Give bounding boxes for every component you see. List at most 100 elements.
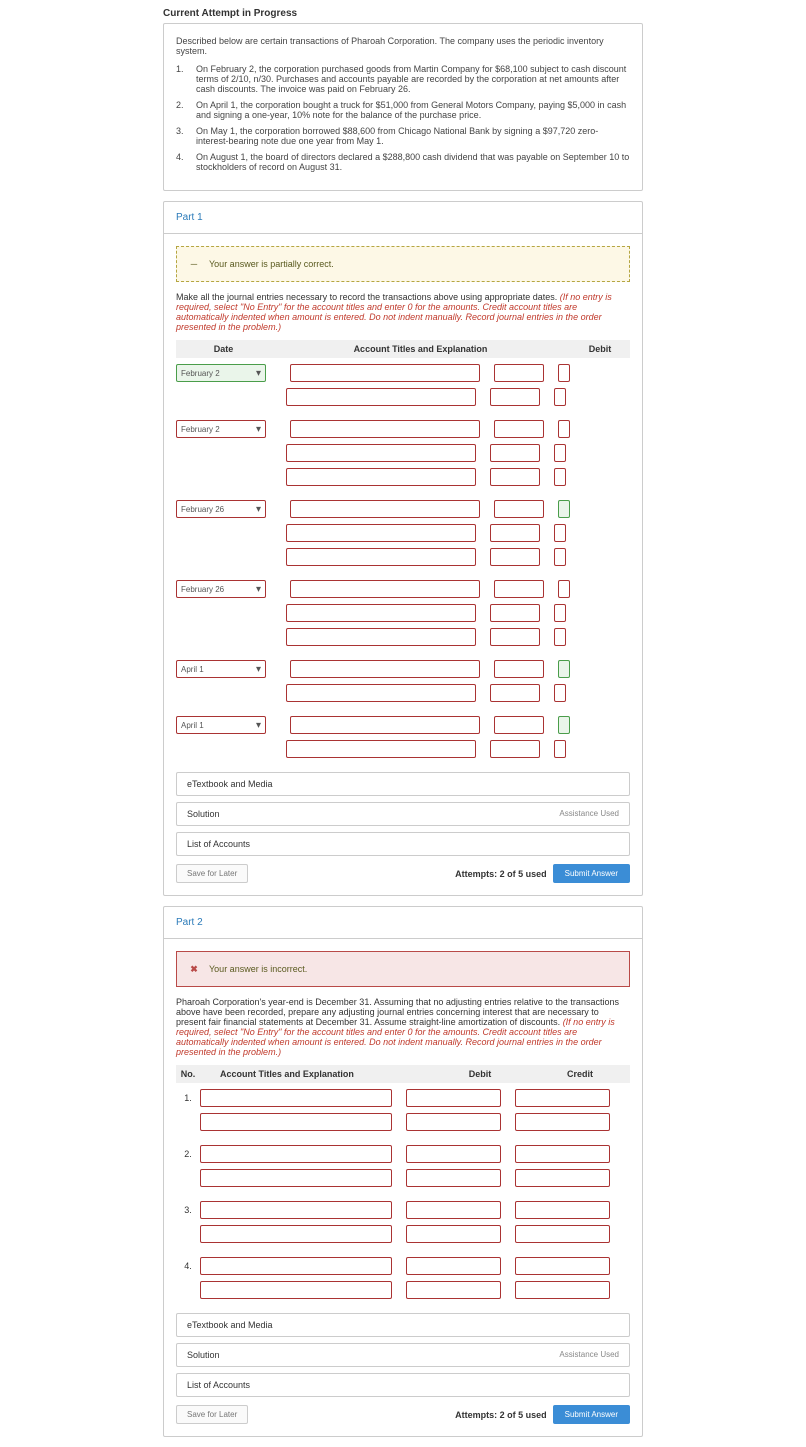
- account-input[interactable]: [286, 388, 476, 406]
- credit-input[interactable]: [558, 660, 570, 678]
- credit-input[interactable]: [515, 1201, 610, 1219]
- description-intro: Described below are certain transactions…: [176, 36, 630, 56]
- date-select-4[interactable]: February 26 ▾: [176, 580, 266, 598]
- debit-input[interactable]: [494, 500, 544, 518]
- submit-answer-button[interactable]: Submit Answer: [553, 864, 630, 883]
- date-select-3[interactable]: February 26 ▾: [176, 500, 266, 518]
- part2-card: Part 2 ✖ Your answer is incorrect. Pharo…: [163, 906, 643, 1437]
- debit-input[interactable]: [490, 740, 540, 758]
- debit-input[interactable]: [406, 1281, 501, 1299]
- credit-input[interactable]: [554, 444, 566, 462]
- account-input[interactable]: [286, 740, 476, 758]
- attempts-text: Attempts: 2 of 5 used: [455, 1410, 547, 1420]
- col-account: Account Titles and Explanation: [271, 344, 570, 354]
- debit-input[interactable]: [490, 684, 540, 702]
- debit-input[interactable]: [494, 716, 544, 734]
- date-select-1[interactable]: February 2 ▾: [176, 364, 266, 382]
- assistance-used: Assistance Used: [559, 809, 619, 819]
- account-input[interactable]: [200, 1145, 392, 1163]
- credit-input[interactable]: [558, 580, 570, 598]
- debit-input[interactable]: [490, 444, 540, 462]
- submit-answer-button[interactable]: Submit Answer: [553, 1405, 630, 1424]
- solution-link[interactable]: Solution Assistance Used: [176, 802, 630, 826]
- debit-input[interactable]: [494, 580, 544, 598]
- row-num: 2.: [176, 1149, 200, 1159]
- debit-input[interactable]: [490, 628, 540, 646]
- debit-input[interactable]: [406, 1225, 501, 1243]
- credit-input[interactable]: [554, 468, 566, 486]
- credit-input[interactable]: [554, 628, 566, 646]
- account-input[interactable]: [290, 364, 480, 382]
- credit-input[interactable]: [558, 500, 570, 518]
- credit-input[interactable]: [554, 684, 566, 702]
- debit-input[interactable]: [494, 660, 544, 678]
- save-for-later-button[interactable]: Save for Later: [176, 1405, 248, 1424]
- col-no: No.: [176, 1069, 200, 1079]
- chevron-down-icon: ▾: [256, 368, 261, 379]
- account-input[interactable]: [200, 1257, 392, 1275]
- date-select-5[interactable]: April 1 ▾: [176, 660, 266, 678]
- account-input[interactable]: [200, 1201, 392, 1219]
- date-select-6[interactable]: April 1 ▾: [176, 716, 266, 734]
- account-input[interactable]: [290, 420, 480, 438]
- part1-instructions: Make all the journal entries necessary t…: [176, 292, 630, 332]
- debit-input[interactable]: [494, 364, 544, 382]
- account-input[interactable]: [290, 660, 480, 678]
- account-input[interactable]: [286, 524, 476, 542]
- account-input[interactable]: [200, 1169, 392, 1187]
- account-input[interactable]: [200, 1113, 392, 1131]
- list-accounts-link[interactable]: List of Accounts: [176, 1373, 630, 1397]
- date-select-2[interactable]: February 2 ▾: [176, 420, 266, 438]
- debit-input[interactable]: [490, 524, 540, 542]
- debit-input[interactable]: [490, 548, 540, 566]
- credit-input[interactable]: [515, 1145, 610, 1163]
- debit-input[interactable]: [490, 468, 540, 486]
- account-input[interactable]: [200, 1089, 392, 1107]
- debit-input[interactable]: [406, 1201, 501, 1219]
- part2-alert: ✖ Your answer is incorrect.: [176, 951, 630, 987]
- debit-input[interactable]: [406, 1089, 501, 1107]
- etextbook-link[interactable]: eTextbook and Media: [176, 772, 630, 796]
- account-input[interactable]: [200, 1225, 392, 1243]
- etextbook-link[interactable]: eTextbook and Media: [176, 1313, 630, 1337]
- account-input[interactable]: [200, 1281, 392, 1299]
- incorrect-icon: ✖: [187, 962, 201, 976]
- chevron-down-icon: ▾: [256, 664, 261, 675]
- credit-input[interactable]: [515, 1225, 610, 1243]
- solution-link[interactable]: Solution Assistance Used: [176, 1343, 630, 1367]
- debit-input[interactable]: [406, 1257, 501, 1275]
- account-input[interactable]: [290, 500, 480, 518]
- credit-input[interactable]: [515, 1113, 610, 1131]
- credit-input[interactable]: [554, 740, 566, 758]
- debit-input[interactable]: [490, 604, 540, 622]
- credit-input[interactable]: [515, 1089, 610, 1107]
- save-for-later-button[interactable]: Save for Later: [176, 864, 248, 883]
- account-input[interactable]: [286, 628, 476, 646]
- credit-input[interactable]: [558, 420, 570, 438]
- account-input[interactable]: [290, 716, 480, 734]
- debit-input[interactable]: [406, 1145, 501, 1163]
- credit-input[interactable]: [554, 524, 566, 542]
- account-input[interactable]: [286, 548, 476, 566]
- account-input[interactable]: [286, 444, 476, 462]
- credit-input[interactable]: [515, 1281, 610, 1299]
- debit-input[interactable]: [494, 420, 544, 438]
- account-input[interactable]: [290, 580, 480, 598]
- credit-input[interactable]: [515, 1257, 610, 1275]
- account-input[interactable]: [286, 604, 476, 622]
- col-date: Date: [176, 344, 271, 354]
- credit-input[interactable]: [558, 364, 570, 382]
- list-accounts-link[interactable]: List of Accounts: [176, 832, 630, 856]
- credit-input[interactable]: [554, 388, 566, 406]
- debit-input[interactable]: [406, 1113, 501, 1131]
- account-input[interactable]: [286, 684, 476, 702]
- row-num: 4.: [176, 1261, 200, 1271]
- credit-input[interactable]: [558, 716, 570, 734]
- part1-header: Part 1: [164, 202, 642, 234]
- account-input[interactable]: [286, 468, 476, 486]
- credit-input[interactable]: [554, 604, 566, 622]
- credit-input[interactable]: [515, 1169, 610, 1187]
- debit-input[interactable]: [490, 388, 540, 406]
- credit-input[interactable]: [554, 548, 566, 566]
- debit-input[interactable]: [406, 1169, 501, 1187]
